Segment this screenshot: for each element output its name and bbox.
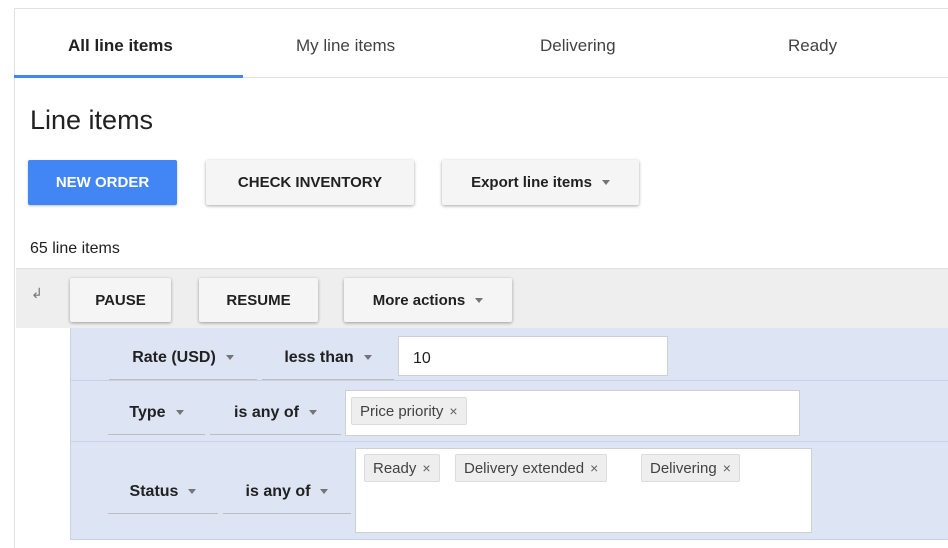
close-icon[interactable]: × xyxy=(422,460,430,476)
filter-operator-dropdown-rate[interactable]: less than xyxy=(262,336,394,380)
tab-ready[interactable]: Ready xyxy=(788,36,837,56)
tab-my-line-items[interactable]: My line items xyxy=(296,36,395,56)
check-inventory-button[interactable]: CHECK INVENTORY xyxy=(206,160,414,205)
export-line-items-button[interactable]: Export line items xyxy=(442,160,639,205)
filter-operator-dropdown-status[interactable]: is any of xyxy=(223,470,351,514)
close-icon[interactable]: × xyxy=(449,403,457,419)
active-tab-indicator xyxy=(14,75,243,78)
chevron-down-icon xyxy=(475,297,484,303)
filter-field-dropdown-type[interactable]: Type xyxy=(108,391,205,435)
export-line-items-label: Export line items xyxy=(471,174,592,191)
chip-label: Price priority xyxy=(360,402,444,420)
pause-button[interactable]: PAUSE xyxy=(70,278,171,322)
line-item-count: 65 line items xyxy=(30,240,120,257)
filter-row-divider xyxy=(70,380,948,381)
chevron-down-icon xyxy=(308,410,317,415)
new-order-button[interactable]: NEW ORDER xyxy=(28,160,177,205)
chevron-down-icon xyxy=(363,355,372,360)
filter-operator-label: is any of xyxy=(245,482,311,500)
pause-label: PAUSE xyxy=(95,291,146,309)
filter-field-dropdown-rate[interactable]: Rate (USD) xyxy=(109,336,257,380)
page-title: Line items xyxy=(30,105,154,135)
filter-row-divider xyxy=(70,441,948,442)
filter-operator-label: is any of xyxy=(234,403,299,421)
close-icon[interactable]: × xyxy=(723,460,731,476)
tab-all-line-items[interactable]: All line items xyxy=(68,36,173,56)
filter-operator-dropdown-type[interactable]: is any of xyxy=(210,391,341,435)
chip-label: Ready xyxy=(373,459,417,477)
filter-chip: Ready × xyxy=(364,454,440,482)
chevron-down-icon xyxy=(320,489,329,494)
chevron-down-icon xyxy=(188,489,197,494)
collapse-icon[interactable]: ↲ xyxy=(31,285,43,302)
chip-label: Delivering xyxy=(650,459,717,477)
filter-operator-label: less than xyxy=(284,348,354,366)
filter-chip: Price priority × xyxy=(351,397,467,425)
filter-field-dropdown-status[interactable]: Status xyxy=(108,470,218,514)
chevron-down-icon xyxy=(175,410,184,415)
rate-value-input[interactable]: 10 xyxy=(398,336,668,376)
tab-delivering[interactable]: Delivering xyxy=(540,36,616,56)
filter-field-label: Type xyxy=(129,403,166,421)
chevron-down-icon xyxy=(225,355,234,360)
resume-label: RESUME xyxy=(226,291,291,309)
more-actions-button[interactable]: More actions xyxy=(344,278,512,322)
close-icon[interactable]: × xyxy=(590,460,598,476)
chip-label: Delivery extended xyxy=(464,459,585,477)
more-actions-label: More actions xyxy=(372,291,466,309)
filter-field-label: Status xyxy=(129,482,179,500)
filter-field-label: Rate (USD) xyxy=(132,348,216,366)
rate-value-text: 10 xyxy=(413,350,431,367)
check-inventory-label: CHECK INVENTORY xyxy=(237,174,383,191)
filter-chip: Delivery extended × xyxy=(455,454,608,482)
chevron-down-icon xyxy=(601,180,610,185)
resume-button[interactable]: RESUME xyxy=(199,278,318,322)
filter-chip: Delivering × xyxy=(641,454,740,482)
new-order-label: NEW ORDER xyxy=(55,174,150,191)
